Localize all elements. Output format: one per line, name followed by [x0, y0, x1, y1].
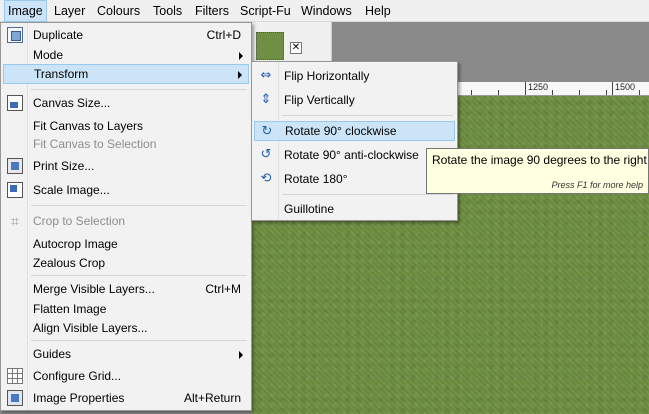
menubar: Image Layer Colours Tools Filters Script… [0, 0, 649, 22]
menu-item-guides[interactable]: Guides [3, 344, 249, 364]
menu-item-crop-to-selection[interactable]: ⌗ Crop to Selection [3, 211, 249, 231]
menu-item-shortcut: Ctrl+M [205, 282, 241, 296]
canvas-size-icon [7, 95, 23, 111]
tooltip-help-hint: Press F1 for more help [551, 180, 643, 190]
menu-item-print-size[interactable]: Print Size... [3, 156, 249, 176]
menu-item-autocrop-image[interactable]: Autocrop Image [3, 234, 249, 254]
menu-help[interactable]: Help [362, 0, 394, 22]
menu-item-flip-horizontally[interactable]: ⇔ Flip Horizontally [254, 66, 455, 86]
submenu-arrow-icon [238, 71, 242, 79]
rotate-180-icon: ⟲ [260, 171, 272, 186]
menu-item-label: Scale Image... [33, 183, 110, 197]
menu-separator [31, 205, 247, 206]
menu-item-label: Flatten Image [33, 302, 107, 316]
menu-item-label: Transform [34, 67, 89, 81]
menu-layer[interactable]: Layer [51, 0, 88, 22]
menu-item-label: Configure Grid... [33, 369, 122, 383]
menu-item-image-properties[interactable]: Image Properties Alt+Return [3, 388, 249, 408]
menu-item-label: Flip Vertically [284, 93, 355, 107]
flip-horizontal-icon: ⇔ [260, 68, 272, 83]
menu-item-rotate-90-anticlockwise[interactable]: ↺ Rotate 90° anti-clockwise [254, 145, 455, 165]
menu-separator [282, 115, 453, 116]
menu-item-label: Fit Canvas to Layers [33, 119, 144, 133]
menu-item-label: Print Size... [33, 159, 95, 173]
menu-item-label: Align Visible Layers... [33, 321, 148, 335]
menu-separator [31, 89, 247, 90]
menu-item-label: Fit Canvas to Selection [33, 137, 157, 151]
transform-submenu: ⇔ Flip Horizontally ⇕ Flip Vertically ↻ … [251, 61, 458, 221]
menu-item-label: Canvas Size... [33, 96, 111, 110]
ruler-tick [606, 90, 607, 95]
menu-item-scale-image[interactable]: Scale Image... [3, 180, 249, 200]
menu-item-label: Rotate 90° clockwise [285, 124, 397, 138]
menu-item-flip-vertically[interactable]: ⇕ Flip Vertically [254, 90, 455, 110]
duplicate-icon [7, 27, 23, 43]
image-properties-icon [7, 390, 23, 406]
menu-item-label: Rotate 90° anti-clockwise [284, 148, 419, 162]
ruler-tick [471, 90, 472, 95]
menu-item-label: Mode [33, 48, 64, 62]
menu-item-label: Crop to Selection [33, 214, 126, 228]
submenu-arrow-icon [239, 52, 243, 60]
scale-image-icon [7, 182, 23, 198]
menu-item-align-visible-layers[interactable]: Align Visible Layers... [3, 318, 249, 338]
menu-tools[interactable]: Tools [150, 0, 185, 22]
menu-item-duplicate[interactable]: Duplicate Ctrl+D [3, 25, 249, 45]
menu-item-fit-canvas-to-selection[interactable]: Fit Canvas to Selection [3, 134, 249, 154]
close-icon[interactable]: ✕ [290, 42, 302, 54]
menu-filters[interactable]: Filters [192, 0, 232, 22]
menu-item-merge-visible-layers[interactable]: Merge Visible Layers... Ctrl+M [3, 279, 249, 299]
menu-item-label: Flip Horizontally [284, 69, 370, 83]
tooltip-text: Rotate the image 90 degrees to the right [432, 153, 647, 167]
ruler-label: 1500 [615, 82, 636, 92]
menu-item-label: Image Properties [33, 391, 125, 405]
ruler-tick [579, 90, 580, 95]
menu-item-rotate-180[interactable]: ⟲ Rotate 180° [254, 169, 455, 189]
image-tab-thumbnail[interactable] [256, 32, 284, 60]
menu-item-label: Guides [33, 347, 72, 361]
menu-separator [31, 340, 247, 341]
menu-image[interactable]: Image [4, 0, 47, 22]
ruler-tick [498, 90, 499, 95]
flip-vertical-icon: ⇕ [260, 92, 272, 107]
menu-item-shortcut: Alt+Return [183, 391, 241, 405]
menu-item-canvas-size[interactable]: Canvas Size... [3, 93, 249, 113]
menu-item-label: Rotate 180° [284, 172, 348, 186]
menu-item-label: Guillotine [284, 202, 335, 216]
image-menu: Duplicate Ctrl+D Mode Transform Canvas S… [0, 22, 252, 411]
menu-item-rotate-90-clockwise[interactable]: ↻ Rotate 90° clockwise [254, 121, 455, 141]
menu-script-fu[interactable]: Script-Fu [237, 0, 294, 22]
menu-item-label: Autocrop Image [33, 237, 118, 251]
ruler-tick [612, 82, 613, 95]
ruler-tick [639, 90, 640, 95]
menu-item-flatten-image[interactable]: Flatten Image [3, 299, 249, 319]
menu-item-transform[interactable]: Transform [3, 64, 249, 84]
menu-item-shortcut: Ctrl+D [206, 28, 241, 42]
menu-item-label: Duplicate [33, 28, 84, 42]
rotate-ccw-icon: ↺ [260, 147, 272, 162]
menu-separator [31, 275, 247, 276]
menu-item-label: Zealous Crop [33, 256, 106, 270]
submenu-arrow-icon [239, 351, 243, 359]
ruler-tick [552, 90, 553, 95]
image-tab-strip: ✕ [252, 22, 332, 64]
menu-item-zealous-crop[interactable]: Zealous Crop [3, 253, 249, 273]
tooltip: Rotate the image 90 degrees to the right… [426, 148, 649, 194]
crop-icon: ⌗ [11, 213, 19, 229]
grid-icon [7, 368, 23, 384]
menu-windows[interactable]: Windows [298, 0, 355, 22]
menu-item-fit-canvas-to-layers[interactable]: Fit Canvas to Layers [3, 116, 249, 136]
menu-colours[interactable]: Colours [94, 0, 143, 22]
menu-item-label: Merge Visible Layers... [33, 282, 155, 296]
menu-item-configure-grid[interactable]: Configure Grid... [3, 366, 249, 386]
menu-item-mode[interactable]: Mode [3, 45, 249, 65]
menu-item-guillotine[interactable]: Guillotine [254, 199, 455, 219]
rotate-cw-icon: ↻ [261, 124, 273, 139]
ruler-label: 1250 [528, 82, 549, 92]
menu-separator [282, 194, 453, 195]
ruler-tick [525, 82, 526, 95]
print-size-icon [7, 158, 23, 174]
